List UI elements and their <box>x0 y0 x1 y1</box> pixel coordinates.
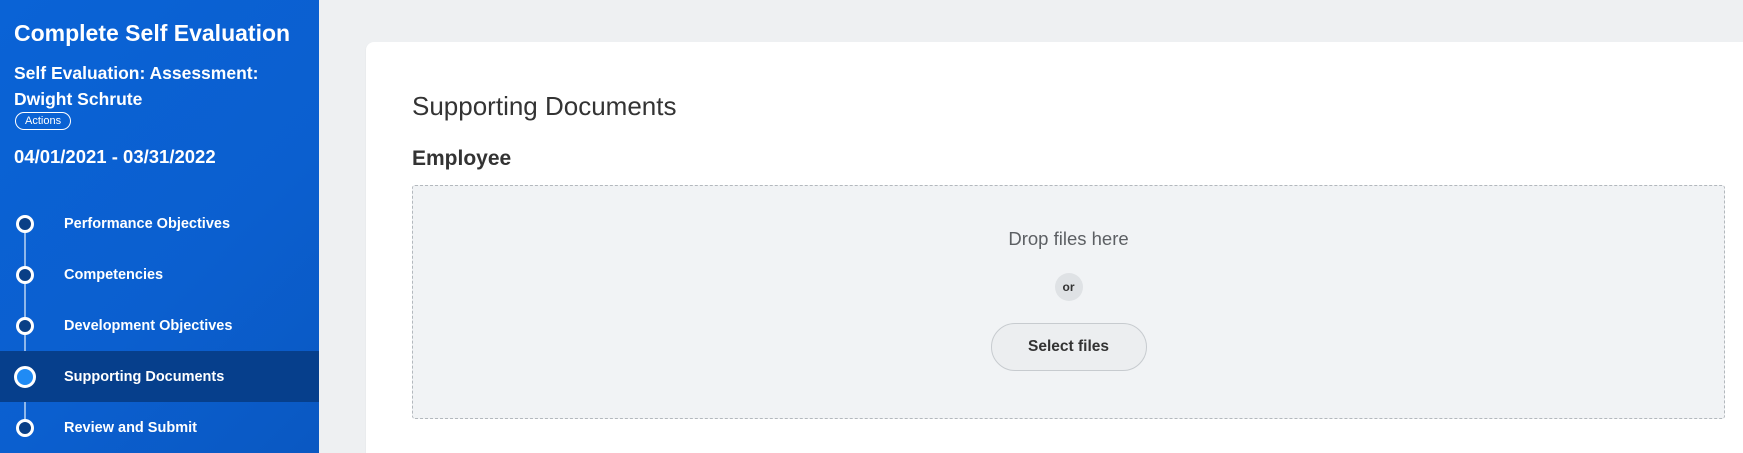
step-circle-icon <box>16 418 34 437</box>
actions-button[interactable]: Actions <box>15 112 72 130</box>
step-circle-active-icon <box>14 365 36 388</box>
select-files-button[interactable]: Select files <box>990 323 1147 371</box>
or-divider-badge: or <box>1054 273 1083 301</box>
evaluation-subtitle: Self Evaluation: Assessment: Dwight Schr… <box>14 63 259 109</box>
main-card: Supporting Documents Employee Drop files… <box>366 42 1743 453</box>
task-title: Complete Self Evaluation <box>14 20 291 46</box>
sidebar: Complete Self Evaluation Self Evaluation… <box>0 0 319 453</box>
step-label: Supporting Documents <box>64 368 225 385</box>
step-label: Development Objectives <box>64 317 233 334</box>
step-label: Review and Submit <box>64 419 197 436</box>
step-circle-icon <box>16 265 34 284</box>
step-development-objectives[interactable]: Development Objectives <box>0 300 319 351</box>
date-range: 04/01/2021 - 03/31/2022 <box>14 146 216 167</box>
step-label: Competencies <box>64 266 164 283</box>
drop-files-text: Drop files here <box>1008 228 1129 249</box>
file-dropzone[interactable]: Drop files here or Select files <box>412 185 1725 419</box>
step-review-and-submit[interactable]: Review and Submit <box>0 402 319 453</box>
step-competencies[interactable]: Competencies <box>0 249 319 300</box>
step-label: Performance Objectives <box>64 215 231 232</box>
section-title: Supporting Documents <box>412 91 677 121</box>
step-performance-objectives[interactable]: Performance Objectives <box>0 198 319 249</box>
employee-heading: Employee <box>412 147 512 170</box>
step-supporting-documents[interactable]: Supporting Documents <box>0 351 319 402</box>
step-list: Performance Objectives Competencies Deve… <box>0 198 319 453</box>
step-circle-icon <box>16 214 34 233</box>
step-circle-icon <box>16 316 34 335</box>
